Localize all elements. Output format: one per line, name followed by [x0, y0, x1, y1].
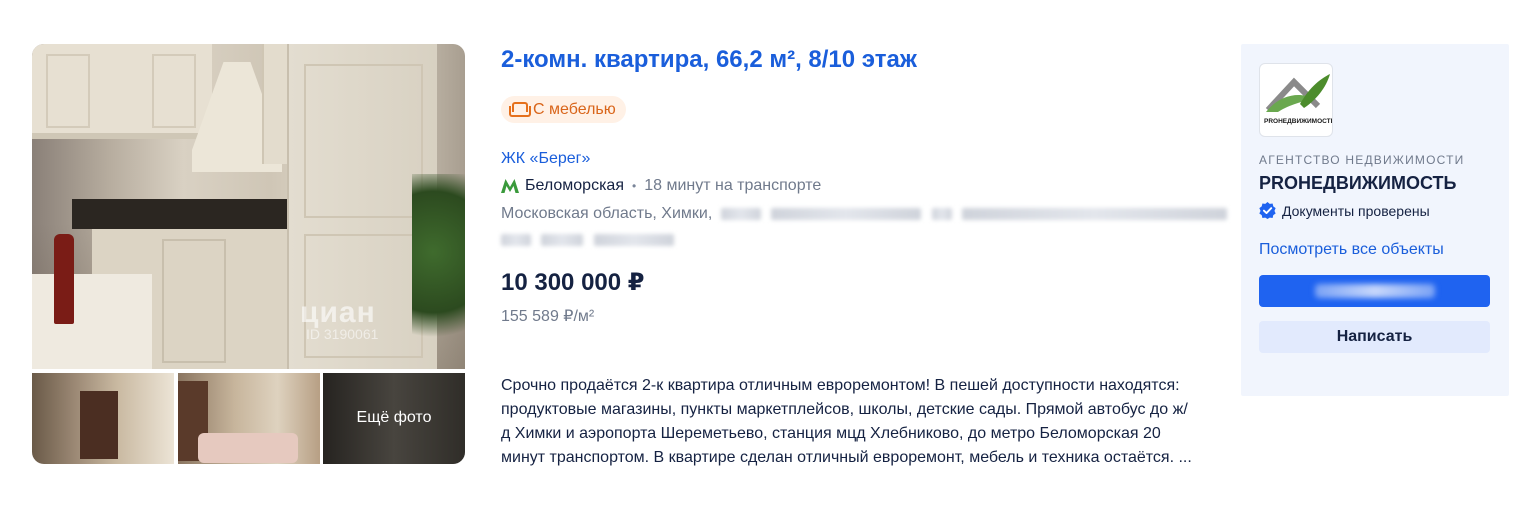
agency-logo[interactable]: PROНЕДВИЖИМОСТЬ — [1259, 63, 1333, 137]
metro-separator: • — [632, 179, 637, 193]
address-visible-part: Московская область, Химки, — [501, 205, 713, 222]
agency-type: АГЕНТСТВО НЕДВИЖИМОСТИ — [1259, 153, 1465, 167]
house-logo-icon — [1265, 74, 1330, 113]
all-objects-link[interactable]: Посмотреть все объекты — [1259, 241, 1444, 259]
show-phone-button[interactable] — [1259, 275, 1490, 307]
price-per-square-meter: 155 589 ₽/м² — [501, 308, 595, 325]
verified-check-icon — [1259, 202, 1276, 219]
residential-complex-link[interactable]: ЖК «Берег» — [501, 150, 590, 168]
metro-info: Беломорская • 18 минут на транспорте — [501, 177, 821, 195]
more-photos-label: Ещё фото — [356, 409, 432, 426]
photo-detail — [32, 44, 212, 139]
description[interactable]: Срочно продаётся 2-к квартира отличным е… — [501, 374, 1221, 470]
address-blurred — [501, 233, 531, 246]
address-blurred — [931, 207, 952, 220]
price: 10 300 000 ₽ — [501, 269, 645, 296]
metro-icon — [501, 179, 519, 193]
agency-panel: PROНЕДВИЖИМОСТЬ АГЕНТСТВО НЕДВИЖИМОСТИ P… — [1241, 44, 1509, 396]
more-photos-thumbnail[interactable]: Ещё фото — [323, 373, 465, 464]
description-line: д Химки и аэропорта Шереметьево, станция… — [501, 425, 1161, 442]
description-line: минут транспортом. В квартире сделан отл… — [501, 449, 1192, 466]
phone-number-blurred — [1314, 284, 1435, 298]
verified-label: Документы проверены — [1282, 202, 1430, 219]
furniture-badge-label: С мебелью — [533, 100, 616, 118]
metro-station-name[interactable]: Беломорская — [525, 177, 624, 195]
photo-gallery[interactable]: циан ID 3190061 Ещё фото — [32, 44, 465, 464]
address-blurred — [720, 207, 761, 220]
address-blurred — [541, 233, 584, 246]
address-line-2 — [501, 231, 674, 247]
photo-detail — [32, 274, 152, 369]
description-line: Срочно продаётся 2-к квартира отличным е… — [501, 377, 1180, 394]
verified-status: Документы проверены — [1259, 202, 1430, 219]
metro-travel-time: 18 минут на транспорте — [644, 177, 822, 194]
address[interactable]: Московская область, Химки, — [501, 205, 1228, 223]
main-photo[interactable]: циан ID 3190061 — [32, 44, 465, 369]
sofa-icon — [509, 102, 531, 117]
description-line: продуктовые магазины, пункты маркетплейс… — [501, 401, 1188, 418]
agency-name[interactable]: PROНЕДВИЖИМОСТЬ — [1259, 173, 1456, 194]
photo-detail — [72, 199, 302, 229]
photo-watermark: циан — [300, 296, 376, 329]
photo-thumbnail-2[interactable] — [178, 373, 320, 464]
furniture-badge: С мебелью — [501, 96, 626, 123]
photo-watermark-id: ID 3190061 — [306, 326, 379, 342]
address-blurred — [593, 233, 674, 246]
write-message-button[interactable]: Написать — [1259, 321, 1490, 353]
listing-title[interactable]: 2-комн. квартира, 66,2 м², 8/10 этаж — [501, 46, 917, 74]
address-blurred — [962, 207, 1228, 220]
agency-logo-text: PROНЕДВИЖИМОСТЬ — [1264, 118, 1333, 125]
photo-detail — [54, 234, 74, 324]
photo-thumbnail-1[interactable] — [32, 373, 174, 464]
address-blurred — [771, 207, 922, 220]
photo-detail — [412, 174, 465, 369]
